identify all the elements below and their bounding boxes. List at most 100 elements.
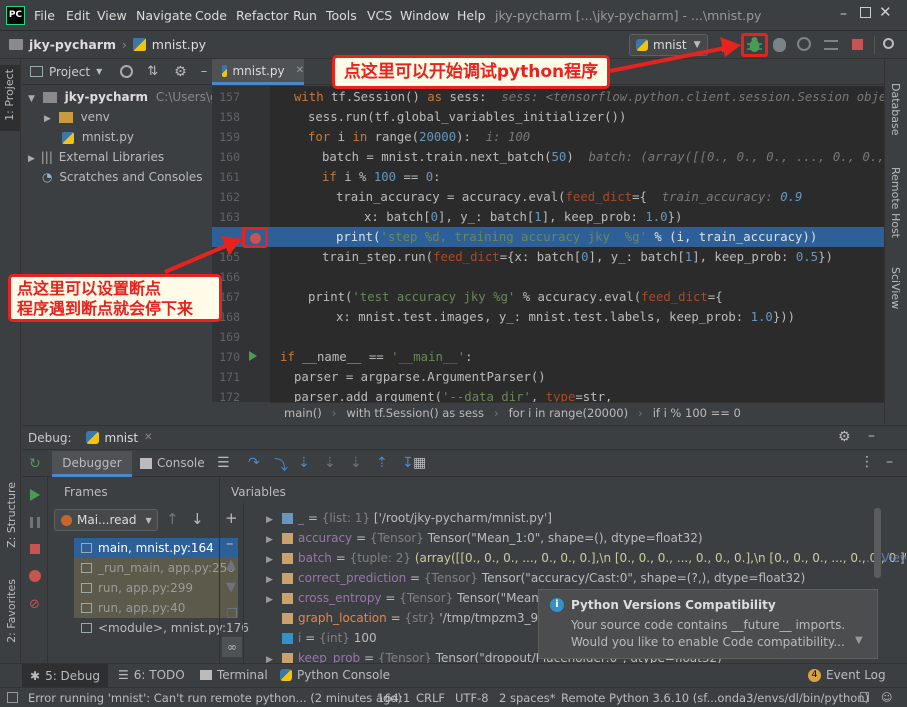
minimize-button[interactable]: – xyxy=(840,6,852,22)
run-button[interactable] xyxy=(722,38,733,52)
collapse-icon[interactable]: ⇅ xyxy=(147,64,158,79)
view-breakpoints-icon[interactable] xyxy=(29,570,41,582)
close-button[interactable]: ✕ xyxy=(879,3,892,21)
line-number[interactable]: 169 xyxy=(212,327,240,347)
search-icon[interactable] xyxy=(883,38,894,49)
menu-view[interactable]: View xyxy=(97,8,127,23)
caret-position[interactable]: 164:1 xyxy=(377,691,410,705)
move-up-icon[interactable]: ▲ xyxy=(226,557,236,572)
maximize-button[interactable] xyxy=(860,7,871,18)
remote-host-tool-tab[interactable]: Remote Host xyxy=(889,167,902,238)
menu-code[interactable]: Code xyxy=(195,8,227,23)
hide-panel-icon[interactable]: – xyxy=(868,428,875,444)
menu-tools[interactable]: Tools xyxy=(326,8,357,23)
tree-item-venv[interactable]: ▶ venv xyxy=(44,107,110,127)
status-toggle-icon[interactable] xyxy=(7,692,18,703)
notification-popup[interactable]: i Python Versions Compatibility Your sou… xyxy=(538,589,878,659)
frame-item[interactable]: run, app.py:299 xyxy=(74,578,238,598)
line-number[interactable]: 160 xyxy=(212,147,240,167)
tab-debugger[interactable]: Debugger xyxy=(52,451,132,477)
tab-todo[interactable]: ☰ 6: TODO xyxy=(118,668,185,682)
profile-button[interactable] xyxy=(797,37,811,51)
variable-row[interactable]: ▶ _ = {list: 1} ['/root/jky-pycharm/mnist… xyxy=(266,508,552,528)
menu-window[interactable]: Window xyxy=(400,8,449,23)
menu-refactor[interactable]: Refactor xyxy=(236,8,288,23)
line-separator[interactable]: CRLF xyxy=(416,691,445,705)
line-number[interactable]: 159 xyxy=(212,127,240,147)
variables-scrollbar[interactable] xyxy=(874,508,881,578)
indent-setting[interactable]: 2 spaces* xyxy=(499,691,555,705)
variable-row[interactable]: graph_location = {str} '/tmp/tmpzm3_9raf… xyxy=(266,608,558,628)
stop-icon[interactable] xyxy=(30,544,40,554)
mute-breakpoints-icon[interactable]: ⊘ xyxy=(29,597,40,612)
frame-item[interactable]: <module>, mnist.py:176 xyxy=(74,618,249,638)
show-execution-point-icon[interactable]: ↷ xyxy=(248,455,260,471)
move-down-icon[interactable]: ▼ xyxy=(226,580,236,595)
hide-icon[interactable]: – xyxy=(201,64,208,79)
tab-terminal[interactable]: Terminal xyxy=(200,668,268,682)
breadcrumb-file[interactable]: mnist.py xyxy=(152,37,206,52)
editor-tab-mnist[interactable]: mnist.py ✕ xyxy=(212,59,304,85)
expand-icon[interactable]: ▶ xyxy=(266,510,278,530)
menu-navigate[interactable]: Navigate xyxy=(136,8,192,23)
restore-layout-icon[interactable]: ⋮ xyxy=(860,454,874,470)
minimize-icon[interactable]: – xyxy=(886,454,893,470)
tree-item-mnist[interactable]: mnist.py xyxy=(62,127,134,147)
resume-icon[interactable] xyxy=(30,489,40,501)
frame-item[interactable]: main, mnist.py:164 xyxy=(74,538,238,558)
lock-icon[interactable] xyxy=(860,692,869,702)
line-number[interactable]: 163 xyxy=(212,207,240,227)
structure-tool-tab[interactable]: Z: Structure xyxy=(5,482,18,548)
run-to-cursor-icon[interactable]: ↧ xyxy=(402,455,414,471)
tree-item-scratches[interactable]: ◔ Scratches and Consoles xyxy=(42,167,202,187)
tree-root[interactable]: ▼ jky-pycharm C:\Users\guox xyxy=(28,87,239,107)
breadcrumb-item[interactable]: for i in range(20000) xyxy=(509,406,628,420)
concurrency-button[interactable] xyxy=(824,40,838,50)
view-link[interactable]: ... View xyxy=(866,548,906,568)
step-out-icon[interactable]: ⇡ xyxy=(376,455,388,471)
line-number[interactable]: 161 xyxy=(212,167,240,187)
close-tab-icon[interactable]: ✕ xyxy=(296,65,304,76)
gear-icon[interactable]: ⚙ xyxy=(174,64,187,80)
interpreter-selector[interactable]: Remote Python 3.6.10 (sf...onda3/envs/dl… xyxy=(561,691,869,705)
expand-icon[interactable]: ▶ xyxy=(266,530,278,550)
menu-vcs[interactable]: VCS xyxy=(367,8,392,23)
status-message[interactable]: Error running 'mnist': Can't run remote … xyxy=(28,691,402,705)
frame-item[interactable]: _run_main, app.py:250 xyxy=(74,558,238,578)
frame-down-icon[interactable]: ↓ xyxy=(191,510,204,528)
breadcrumb-project[interactable]: jky-pycharm xyxy=(29,37,116,52)
database-tool-tab[interactable]: Database xyxy=(889,83,902,136)
breakpoint-marker[interactable] xyxy=(242,227,268,248)
variable-row[interactable]: ▶ accuracy = {Tensor} Tensor("Mean_1:0", … xyxy=(266,528,703,548)
notification-link[interactable]: Would you like to enable Code compatibil… xyxy=(571,635,845,649)
rerun-icon[interactable]: ↻ xyxy=(29,456,41,472)
force-step-into-icon[interactable]: ⇣ xyxy=(350,455,362,471)
variable-row[interactable]: ▶ correct_prediction = {Tensor} Tensor("a… xyxy=(266,568,805,588)
show-watches-icon[interactable]: ∞ xyxy=(222,637,242,657)
breadcrumb-item[interactable]: with tf.Session() as sess xyxy=(346,406,484,420)
line-number[interactable]: 172 xyxy=(212,387,240,407)
line-number[interactable]: 164 xyxy=(212,227,240,247)
chevron-down-icon[interactable]: ▼ xyxy=(855,635,863,646)
thread-select[interactable]: Mai...read ▼ xyxy=(54,509,158,531)
expand-icon[interactable]: ▶ xyxy=(266,550,278,568)
stop-button[interactable] xyxy=(852,39,863,50)
variable-row[interactable]: ▶ batch = {tuple: 2} (array([[0., 0., 0.,… xyxy=(266,548,906,568)
menu-file[interactable]: File xyxy=(34,8,55,23)
step-into-icon[interactable]: ⇣ xyxy=(298,455,310,471)
step-over-icon[interactable]: ⤵ xyxy=(274,455,288,475)
menu-run[interactable]: Run xyxy=(293,8,317,23)
frame-item[interactable]: run, app.py:40 xyxy=(74,598,238,618)
tab-debug[interactable]: ✱ 5: Debug xyxy=(22,664,109,688)
line-number[interactable]: 157 xyxy=(212,87,240,107)
step-into-my-code-icon[interactable]: ⇣ xyxy=(324,455,336,471)
menu-edit[interactable]: Edit xyxy=(66,8,90,23)
gear-icon[interactable]: ⚙ xyxy=(838,429,851,445)
expand-icon[interactable]: ▶ xyxy=(266,590,278,610)
inspector-icon[interactable]: ☺ xyxy=(881,691,892,704)
project-tool-tab[interactable]: 1: Project xyxy=(0,65,20,131)
frame-up-icon[interactable]: ↑ xyxy=(166,510,179,528)
breadcrumb-item[interactable]: main() xyxy=(284,406,322,420)
tree-item-external-libraries[interactable]: ▶ ||| External Libraries xyxy=(28,147,164,167)
line-number[interactable]: 165 xyxy=(212,247,240,267)
